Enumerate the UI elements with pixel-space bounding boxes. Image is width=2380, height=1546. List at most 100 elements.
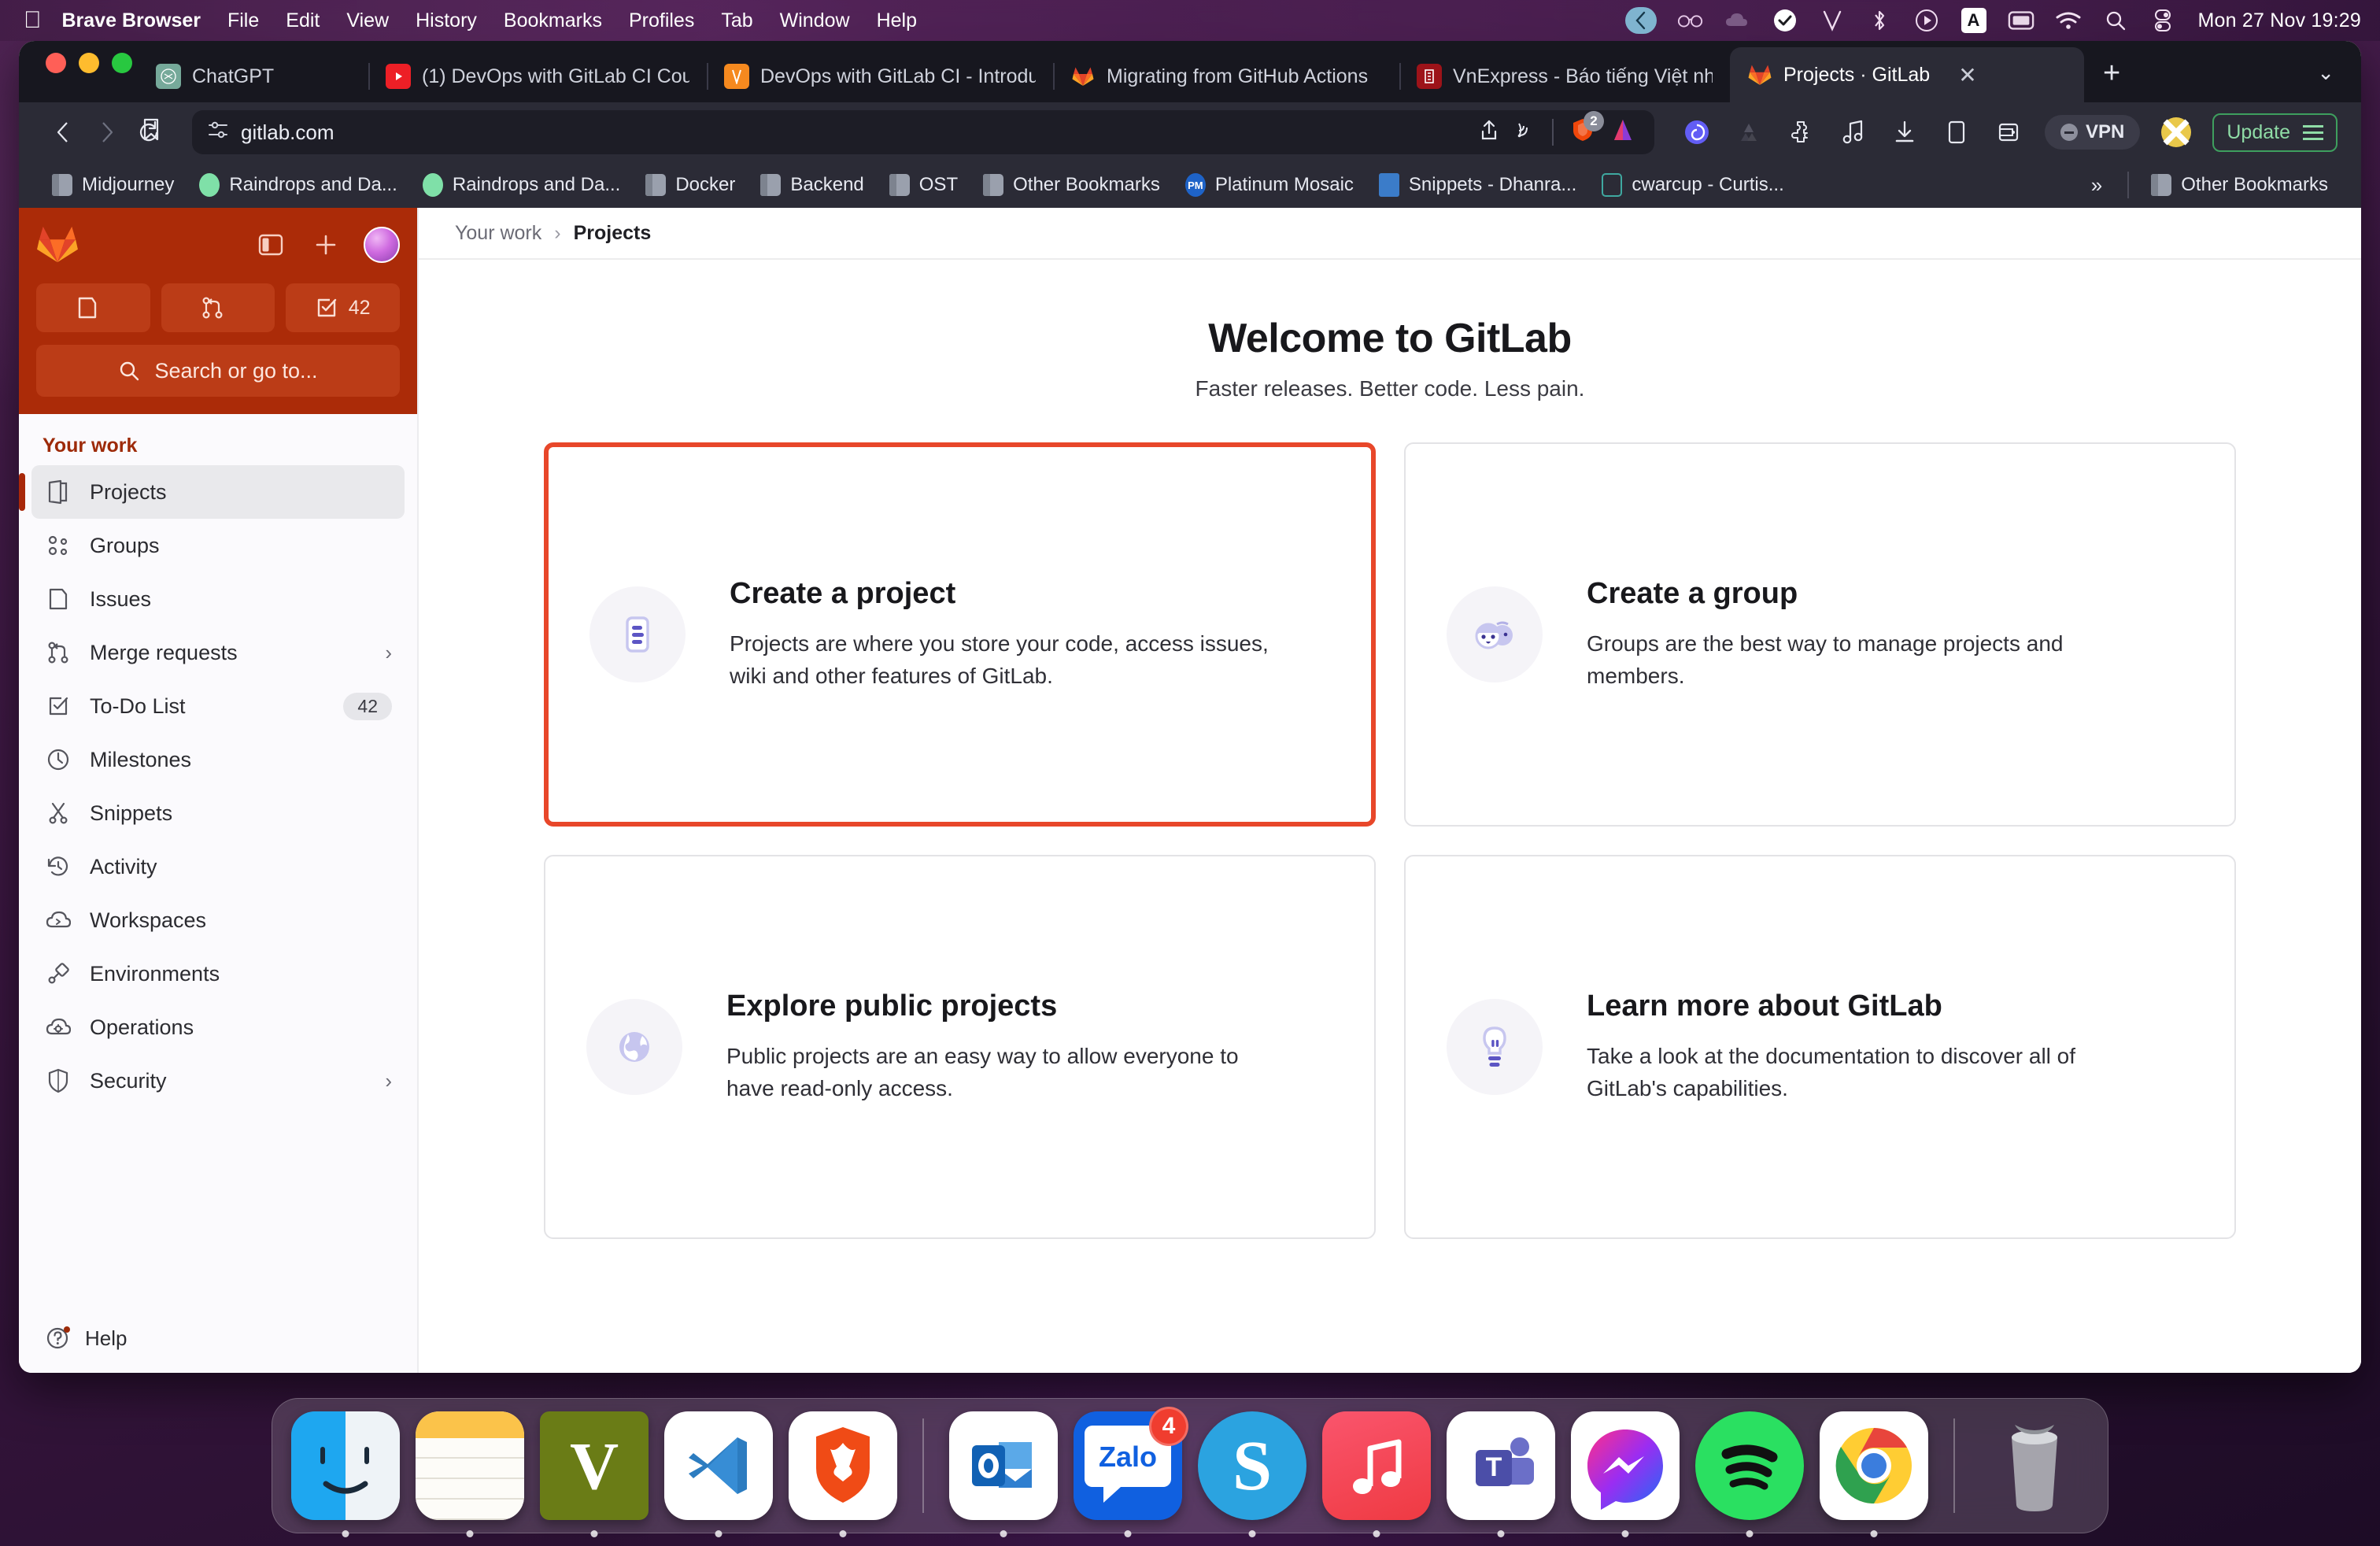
dock-trash[interactable] [1980,1411,2089,1520]
sidebar-counter-issues[interactable] [36,283,150,332]
rss-icon[interactable] [1516,120,1535,145]
browser-tab-projects-gitlab[interactable]: Projects · GitLab ✕ [1730,47,2084,102]
url-text[interactable]: gitlab.com [241,120,1467,145]
dock-app-messenger[interactable] [1571,1411,1680,1537]
card-learn-more-about-gitlab[interactable]: Learn more about GitLab Take a look at t… [1404,855,2236,1239]
sidebar-search-input[interactable]: Search or go to... [36,345,400,397]
brave-shields-icon[interactable]: 2 [1571,110,1605,148]
chevron-down-icon[interactable]: ⌄ [2317,61,2334,85]
search-icon[interactable] [2102,7,2129,34]
vpn-v-icon[interactable] [1819,7,1846,34]
sidebar-help-button[interactable]: Help [19,1326,417,1373]
maximize-window-button[interactable] [112,53,132,73]
gitlab-tanuki-icon[interactable] [36,224,79,265]
bookmark-icon[interactable] [142,118,161,147]
menu-item-window[interactable]: Window [780,9,850,32]
bookmark-item-backend[interactable]: Backend [748,174,876,196]
menu-item-help[interactable]: Help [877,9,917,32]
new-tab-button[interactable]: + [2084,58,2139,102]
address-bar[interactable]: gitlab.com 2 [143,110,1655,154]
menu-item-view[interactable]: View [346,9,389,32]
menu-item-profiles[interactable]: Profiles [629,9,694,32]
bookmarks-overflow-icon[interactable]: » [2075,173,2118,198]
bookmark-item-raindrops-1[interactable]: Raindrops and Da... [187,173,409,197]
dock-app-finder[interactable] [291,1411,400,1537]
chevron-right-icon[interactable]: › [385,641,392,665]
back-arrow-icon[interactable] [1624,7,1657,34]
card-explore-public-projects[interactable]: Explore public projects Public projects … [544,855,1376,1239]
sidebar-item-snippets[interactable]: Snippets [31,786,405,840]
dock-app-skype[interactable]: S [1198,1411,1306,1537]
sidebar-item-merge-requests[interactable]: Merge requests › [31,626,405,679]
apple-icon[interactable]:  [24,9,42,32]
back-arrow-icon[interactable] [42,111,85,153]
dock-app-notes[interactable] [416,1411,524,1537]
bluetooth-icon[interactable] [1866,7,1893,34]
checkmark-circle-icon[interactable] [1772,7,1798,34]
menu-item-file[interactable]: File [227,9,259,32]
sidebar-item-milestones[interactable]: Milestones [31,733,405,786]
bookmark-item-other-bookmarks[interactable]: Other Bookmarks [970,174,1173,196]
tune-icon[interactable] [208,120,228,146]
downloads-icon[interactable] [1889,117,1920,148]
dock-app-vscode[interactable] [664,1411,773,1537]
dock-app-vim[interactable]: V [540,1411,649,1537]
wifi-icon[interactable] [2055,7,2082,34]
sidebar-item-security[interactable]: Security › [31,1054,405,1108]
bookmark-item-docker[interactable]: Docker [633,174,748,196]
wallet-icon[interactable] [1993,117,2024,148]
bookmark-item-snippets-dhanra[interactable]: Snippets - Dhanra... [1366,173,1589,197]
recycle-icon[interactable] [1733,117,1765,148]
update-button[interactable]: Update [2212,113,2338,152]
sidebar-item-groups[interactable]: Groups [31,519,405,572]
menu-item-bookmarks[interactable]: Bookmarks [504,9,602,32]
menu-item-edit[interactable]: Edit [286,9,320,32]
dock-app-teams[interactable]: T [1447,1411,1555,1537]
menu-app-name[interactable]: Brave Browser [62,9,201,32]
dock-app-brave[interactable] [789,1411,897,1537]
dock-app-apple-music[interactable] [1322,1411,1431,1537]
bookmark-item-raindrops-2[interactable]: Raindrops and Da... [410,173,633,197]
sidebar-item-environments[interactable]: Environments [31,947,405,1000]
sidebar-counter-merge-requests[interactable] [161,283,275,332]
menu-item-history[interactable]: History [416,9,477,32]
bookmark-item-platinum-mosaic[interactable]: PM Platinum Mosaic [1173,173,1366,197]
browser-tab-youtube-devops[interactable]: (1) DevOps with GitLab CI Cours [368,50,707,102]
plus-icon[interactable] [309,227,343,262]
puzzle-extension-icon[interactable] [1785,117,1816,148]
bookmark-item-midjourney[interactable]: Midjourney [39,174,187,196]
sidebar-item-todo-list[interactable]: To-Do List 42 [31,679,405,733]
sidebar-counter-todos[interactable]: 42 [286,283,401,332]
vpn-toggle-button[interactable]: VPN [2045,115,2141,150]
menu-item-tab[interactable]: Tab [721,9,752,32]
screen-mirroring-icon[interactable] [2008,7,2034,34]
triangle-extension-icon[interactable] [1612,117,1634,148]
hamburger-menu-icon[interactable] [2303,124,2323,140]
play-circle-icon[interactable] [1913,7,1940,34]
panel-toggle-icon[interactable] [253,227,288,262]
card-create-a-project[interactable]: Create a project Projects are where you … [544,442,1376,827]
close-tab-button[interactable]: ✕ [1958,62,1976,88]
dock-app-chrome[interactable] [1820,1411,1928,1537]
dock-app-spotify[interactable] [1695,1411,1804,1537]
profile-avatar-icon[interactable] [2160,117,2192,148]
keyboard-input-a-icon[interactable]: A [1961,7,1987,34]
sidebar-item-projects[interactable]: Projects [19,465,405,519]
breadcrumb-parent[interactable]: Your work [455,222,541,245]
glasses-icon[interactable] [1677,7,1704,34]
card-create-a-group[interactable]: Create a group Groups are the best way t… [1404,442,2236,827]
sidebar-item-workspaces[interactable]: Workspaces [31,893,405,947]
share-icon[interactable] [1480,119,1499,146]
minimize-window-button[interactable] [79,53,99,73]
bookmark-item-other-bookmarks-folder[interactable]: Other Bookmarks [2138,174,2341,196]
browser-tab-udemy-devops[interactable]: DevOps with GitLab CI - Introdu [707,50,1053,102]
browser-tab-chatgpt[interactable]: ChatGPT [132,50,368,102]
dock-app-zalo[interactable]: Zalo 4 [1074,1407,1188,1537]
sidebar-icon[interactable] [1941,117,1972,148]
sidebar-item-issues[interactable]: Issues [31,572,405,626]
dock-app-outlook[interactable] [949,1411,1058,1537]
user-avatar[interactable] [364,227,400,263]
menubar-clock[interactable]: Mon 27 Nov 19:29 [2198,9,2362,32]
control-center-icon[interactable] [2149,7,2176,34]
loom-icon[interactable] [1681,117,1713,148]
